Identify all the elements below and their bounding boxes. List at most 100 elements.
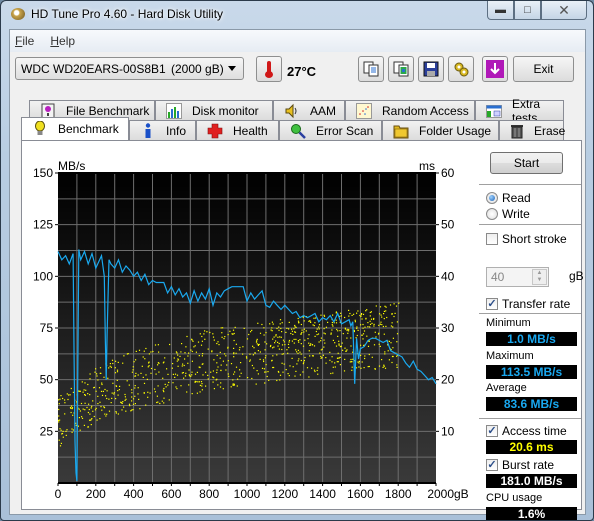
checkbox-burst-rate[interactable]: ✓ [486, 459, 498, 471]
access-time-checkbox[interactable]: ✓ Access time [486, 424, 567, 438]
checkbox-access-time[interactable]: ✓ [486, 425, 498, 437]
access-time-point [147, 391, 149, 393]
tab-disk-monitor[interactable]: Disk monitor [155, 100, 273, 120]
download-icon [486, 60, 504, 78]
tab-error-scan[interactable]: Error Scan [279, 120, 382, 140]
access-time-point [264, 382, 266, 384]
maximum-value: 113.5 MB/s [486, 365, 577, 379]
access-time-point [186, 391, 188, 393]
start-button[interactable]: Start [490, 152, 563, 174]
access-time-point [233, 383, 235, 385]
drive-select[interactable]: WDC WD20EARS-00S8B1 (2000 gB) [15, 57, 244, 80]
tab-info[interactable]: Info [129, 120, 196, 140]
read-radio[interactable]: Read [486, 191, 531, 205]
access-time-point [191, 371, 193, 373]
access-time-point [332, 366, 334, 368]
title-bar[interactable]: HD Tune Pro 4.60 - Hard Disk Utility ▬ □… [1, 1, 593, 29]
tab-extra-tests[interactable]: Extra tests [475, 97, 564, 125]
short-stroke-checkbox[interactable]: Short stroke [486, 232, 567, 246]
access-time-point [361, 334, 363, 336]
access-time-point [101, 409, 103, 411]
short-stroke-label: Short stroke [502, 232, 567, 246]
menu-file[interactable]: File [15, 34, 34, 48]
access-time-point [87, 393, 89, 395]
access-time-point [334, 342, 336, 344]
bulb-icon [32, 121, 48, 137]
access-time-point [251, 329, 253, 331]
access-time-point [104, 413, 106, 415]
average-value: 83.6 MB/s [486, 397, 577, 411]
short-stroke-spinbox[interactable]: 40 ▲ ▼ [486, 267, 549, 287]
access-time-point [106, 390, 108, 392]
access-time-point [281, 344, 284, 346]
maximize-button[interactable]: □ [514, 1, 541, 20]
access-time-point [353, 330, 355, 333]
burst-rate-checkbox[interactable]: ✓ Burst rate [486, 458, 554, 472]
access-time-point [172, 363, 174, 365]
save-button[interactable] [418, 56, 444, 82]
radio-write[interactable] [486, 208, 498, 220]
access-time-point [360, 314, 362, 316]
access-time-point [306, 367, 309, 369]
download-button[interactable] [482, 56, 508, 82]
access-time-point [188, 384, 190, 386]
access-time-point [216, 369, 218, 371]
menu-help[interactable]: Help [50, 34, 75, 48]
access-time-point [263, 334, 265, 336]
minimize-button[interactable]: ▬ [487, 1, 514, 20]
access-time-point [367, 366, 369, 368]
access-time-point [271, 360, 273, 362]
access-time-point [184, 375, 187, 377]
access-time-point [382, 366, 384, 368]
access-time-point [206, 331, 208, 333]
tab-label: Benchmark [58, 122, 119, 136]
access-time-point [89, 413, 91, 415]
exit-button[interactable]: Exit [513, 56, 574, 82]
access-time-point [256, 343, 258, 345]
radio-read[interactable] [486, 192, 498, 204]
tab-erase[interactable]: Erase [499, 120, 565, 140]
copy-text-button[interactable] [358, 56, 384, 82]
spin-buttons[interactable]: ▲ ▼ [532, 269, 547, 285]
copy-screenshot-button[interactable] [388, 56, 414, 82]
access-time-point [390, 325, 392, 327]
checkbox-transfer-rate[interactable]: ✓ [486, 298, 498, 310]
transfer-rate-checkbox[interactable]: ✓ Transfer rate [486, 297, 570, 311]
access-time-point [80, 402, 83, 405]
access-time-point [350, 345, 352, 347]
access-time-point [297, 317, 299, 320]
close-button[interactable]: ✕ [541, 1, 587, 20]
tab-health[interactable]: Health [196, 120, 279, 140]
access-time-point [163, 402, 165, 404]
access-time-point [60, 395, 62, 397]
tab-aam[interactable]: AAM [273, 100, 345, 120]
spin-up-icon[interactable]: ▲ [533, 270, 546, 277]
temperature-button[interactable] [256, 56, 282, 82]
access-time-point [191, 374, 193, 376]
tab-benchmark[interactable]: Benchmark [21, 117, 129, 140]
access-time-point [200, 381, 203, 383]
options-button[interactable] [448, 56, 474, 82]
access-time-point [225, 369, 227, 371]
checkbox-short-stroke[interactable] [486, 233, 498, 245]
access-time-point [337, 335, 339, 337]
spin-down-icon[interactable]: ▼ [533, 277, 546, 284]
access-time-point [394, 312, 396, 314]
access-time-point [201, 355, 203, 357]
tab-random-access[interactable]: Random Access [345, 100, 475, 120]
access-time-point [391, 361, 393, 364]
access-time-point [143, 392, 145, 394]
access-time-point [319, 352, 321, 354]
access-time-point [369, 320, 371, 322]
access-time-point [87, 383, 89, 386]
health-cross-icon [207, 123, 223, 139]
write-radio[interactable]: Write [486, 207, 530, 221]
access-time-point [297, 340, 299, 342]
tab-folder-usage[interactable]: Folder Usage [382, 120, 499, 140]
access-time-point [271, 327, 273, 329]
access-time-point [386, 316, 388, 319]
short-stroke-value: 40 [491, 270, 505, 284]
y-left-tick-label: 25 [40, 424, 54, 438]
access-time-point [225, 355, 227, 357]
tab-label: Error Scan [316, 123, 374, 138]
